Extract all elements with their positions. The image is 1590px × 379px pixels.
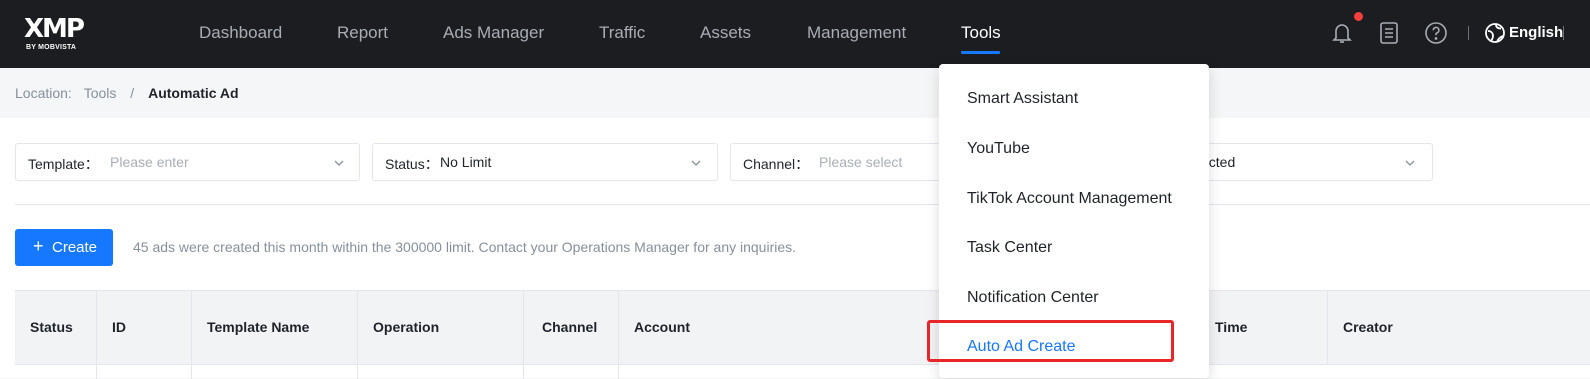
table-row — [15, 364, 1590, 379]
menu-item-smart-assistant[interactable]: Smart Assistant — [967, 90, 1078, 108]
column-header-id[interactable]: ID — [97, 291, 192, 365]
ad-limit-notice: 45 ads were created this month within th… — [133, 239, 797, 255]
plus-icon: + — [33, 236, 44, 256]
top-navbar: XMP BY MOBVISTA Dashboard Report Ads Man… — [0, 0, 1590, 68]
create-button-label: Create — [52, 239, 98, 256]
channel-filter-placeholder: Please select — [819, 154, 903, 170]
status-filter-value: No Limit — [440, 154, 492, 170]
breadcrumb-label: Location: — [15, 85, 72, 101]
table-cell — [358, 365, 524, 379]
chevron-down-icon — [691, 160, 701, 166]
nav-assets[interactable]: Assets — [700, 23, 751, 43]
logo-mark: XMP — [24, 14, 85, 44]
chevron-down-icon — [334, 160, 344, 166]
bell-icon[interactable] — [1329, 20, 1355, 46]
divider — [1563, 26, 1564, 40]
template-filter-label: Template： — [28, 156, 99, 172]
table-header: Status ID Template Name Operation Channe… — [15, 290, 1590, 365]
active-tab-indicator — [961, 51, 1000, 54]
xmp-logo[interactable]: XMP BY MOBVISTA — [24, 14, 85, 54]
column-header-template-name[interactable]: Template Name — [192, 291, 358, 365]
divider — [1468, 26, 1469, 40]
highlight-annotation-box — [927, 320, 1174, 362]
breadcrumb-tools-link[interactable]: Tools — [84, 85, 117, 101]
nav-traffic[interactable]: Traffic — [599, 23, 645, 43]
menu-item-task-center[interactable]: Task Center — [967, 239, 1052, 257]
breadcrumb-current: Automatic Ad — [148, 85, 239, 101]
table-cell — [192, 365, 358, 379]
menu-item-notification-center[interactable]: Notification Center — [967, 289, 1099, 307]
column-header-operation[interactable]: Operation — [358, 291, 524, 365]
menu-item-tiktok-account-management[interactable]: TikTok Account Management — [967, 190, 1172, 208]
template-filter-placeholder: Please enter — [110, 154, 189, 170]
nav-report[interactable]: Report — [337, 23, 388, 43]
document-icon[interactable] — [1376, 20, 1402, 46]
table-cell — [97, 365, 192, 379]
column-header-time[interactable]: Time — [1200, 291, 1328, 365]
status-filter[interactable]: Status： No Limit — [372, 143, 718, 181]
channel-filter[interactable]: Channel： Please select — [730, 143, 960, 181]
channel-filter-label: Channel： — [743, 156, 810, 172]
nav-management[interactable]: Management — [807, 23, 906, 43]
globe-icon — [1484, 22, 1506, 44]
column-header-channel[interactable]: Channel — [524, 291, 619, 365]
notification-dot — [1354, 12, 1363, 21]
create-button[interactable]: + Create — [15, 229, 113, 266]
table-cell — [524, 365, 619, 379]
menu-item-youtube[interactable]: YouTube — [967, 140, 1030, 158]
nav-dashboard[interactable]: Dashboard — [199, 23, 282, 43]
help-icon[interactable] — [1423, 20, 1449, 46]
language-label: English — [1509, 24, 1564, 41]
main-content: Template： Please enter Status： No Limit … — [0, 118, 1590, 379]
nav-tools[interactable]: Tools — [961, 23, 1001, 43]
status-filter-label: Status： — [385, 156, 439, 172]
column-header-creator[interactable]: Creator — [1328, 291, 1590, 365]
nav-ads-manager[interactable]: Ads Manager — [443, 23, 544, 43]
template-filter[interactable]: Template： Please enter — [15, 143, 360, 181]
section-divider — [15, 204, 1590, 205]
breadcrumb: Location: Tools / Automatic Ad — [15, 85, 239, 101]
column-header-status[interactable]: Status — [15, 291, 97, 365]
logo-subtitle: BY MOBVISTA — [26, 44, 77, 51]
table-cell — [15, 365, 97, 379]
breadcrumb-separator: / — [130, 85, 135, 101]
chevron-down-icon — [1405, 160, 1415, 166]
